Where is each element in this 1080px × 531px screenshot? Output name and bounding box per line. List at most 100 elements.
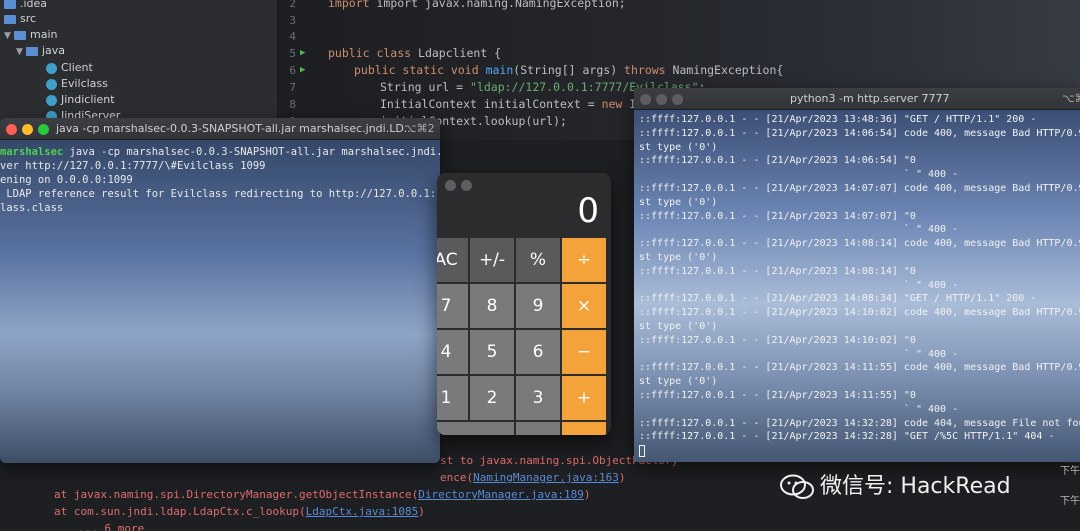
wechat-icon bbox=[780, 474, 814, 499]
tree-item-evilclass[interactable]: Evilclass bbox=[46, 76, 108, 92]
key-9[interactable]: 9 bbox=[515, 283, 561, 329]
key-8[interactable]: 8 bbox=[469, 283, 515, 329]
terminal-line: marshalsec java -cp marshalsec-0.0.3-SNA… bbox=[0, 146, 440, 158]
log-line: st type ('0') bbox=[639, 196, 718, 208]
key-equals[interactable]: = bbox=[561, 421, 607, 435]
terminal-body[interactable]: ::ffff:127.0.0.1 - - [21/Apr/2023 13:48:… bbox=[634, 110, 1080, 462]
log-line: ::ffff:127.0.0.1 - - [21/Apr/2023 14:08:… bbox=[639, 265, 916, 277]
key-0[interactable]: 0 bbox=[437, 421, 515, 435]
key-3[interactable]: 3 bbox=[515, 375, 561, 421]
chevron-down-icon[interactable]: ▼ bbox=[16, 44, 26, 60]
terminal-line: lass.class bbox=[0, 202, 64, 214]
terminal-title-bar[interactable]: java -cp marshalsec-0.0.3-SNAPSHOT-all.j… bbox=[0, 118, 440, 140]
log-line: ::ffff:127.0.0.1 - - [21/Apr/2023 14:32:… bbox=[639, 417, 1080, 429]
key-plus[interactable]: + bbox=[561, 375, 607, 421]
log-line: ::ffff:127.0.0.1 - - [21/Apr/2023 14:07:… bbox=[639, 210, 916, 222]
line-number: 8 bbox=[289, 98, 296, 111]
key-2[interactable]: 2 bbox=[469, 375, 515, 421]
code-line: public static void main(String[] args) t… bbox=[354, 63, 784, 77]
line-number: 7 bbox=[289, 81, 296, 94]
log-line: st type ('0') bbox=[639, 252, 718, 263]
line-number: 2 bbox=[289, 0, 296, 10]
code-line: import import javax.naming.NamingExcepti… bbox=[328, 0, 626, 10]
line-number: 5 bbox=[289, 47, 296, 60]
line-number: 6 bbox=[289, 64, 296, 77]
log-line: st type ('0') bbox=[639, 376, 718, 388]
line-number: 3 bbox=[289, 14, 296, 27]
minimize-icon[interactable] bbox=[22, 124, 33, 135]
watermark: 微信号: HackRead bbox=[780, 468, 1011, 500]
terminal-line: ening on 0.0.0.0:1099 bbox=[0, 174, 133, 186]
code-line: public class Ldapclient { bbox=[328, 46, 502, 60]
shortcut-label: ⌥⌘2 bbox=[404, 122, 435, 135]
tree-item-src[interactable]: src bbox=[4, 11, 36, 27]
chevron-down-icon[interactable]: ▼ bbox=[4, 28, 14, 44]
close-icon[interactable] bbox=[640, 94, 651, 105]
key-1[interactable]: 1 bbox=[437, 375, 469, 421]
log-line: ` " 400 - bbox=[639, 169, 959, 181]
side-text: 下午 bbox=[1060, 496, 1080, 507]
tree-item-jindiclient[interactable]: Jindiclient bbox=[46, 92, 115, 108]
run-icon[interactable]: ▶ bbox=[300, 65, 305, 75]
stack-trace-line: ence(NamingManager.java:163) bbox=[440, 471, 626, 484]
tree-item-main[interactable]: ▼ main bbox=[4, 27, 57, 43]
key-percent[interactable]: % bbox=[515, 237, 561, 283]
key-decimal[interactable]: . bbox=[515, 421, 561, 435]
key-4[interactable]: 4 bbox=[437, 329, 469, 375]
log-line: ::ffff:127.0.0.1 - - [21/Apr/2023 14:11:… bbox=[639, 390, 916, 401]
minimize-icon[interactable] bbox=[656, 94, 667, 105]
stack-trace-line: ... 6 more bbox=[78, 522, 145, 531]
shortcut-label: ⌥⌘ bbox=[1062, 92, 1080, 105]
class-icon bbox=[46, 78, 57, 90]
tree-item-client[interactable]: Client bbox=[46, 60, 93, 76]
log-line: ::ffff:127.0.0.1 - - [21/Apr/2023 14:08:… bbox=[639, 293, 1037, 305]
key-7[interactable]: 7 bbox=[437, 283, 469, 329]
key-multiply[interactable]: × bbox=[561, 283, 607, 329]
key-sign[interactable]: +/- bbox=[469, 237, 515, 283]
run-icon[interactable]: ▶ bbox=[300, 48, 305, 58]
tree-item-java[interactable]: ▼ java bbox=[16, 43, 65, 59]
close-icon[interactable] bbox=[6, 124, 17, 135]
terminal-title: java -cp marshalsec-0.0.3-SNAPSHOT-all.j… bbox=[56, 122, 415, 135]
log-line: ::ffff:127.0.0.1 - - [21/Apr/2023 14:11:… bbox=[639, 362, 1080, 374]
log-line: ::ffff:127.0.0.1 - - [21/Apr/2023 14:06:… bbox=[639, 155, 916, 167]
terminal-window-http-server[interactable]: python3 -m http.server 7777 ⌥⌘ ::ffff:12… bbox=[634, 88, 1080, 462]
key-ac[interactable]: AC bbox=[437, 237, 469, 283]
log-line: st type ('0') bbox=[639, 321, 718, 332]
log-line: ` " 400 - bbox=[639, 224, 959, 236]
key-6[interactable]: 6 bbox=[515, 329, 561, 375]
folder-icon bbox=[4, 14, 16, 24]
log-line: ::ffff:127.0.0.1 - - [21/Apr/2023 13:48:… bbox=[639, 114, 1037, 125]
terminal-window-ldap[interactable]: java -cp marshalsec-0.0.3-SNAPSHOT-all.j… bbox=[0, 118, 440, 463]
folder-icon bbox=[14, 30, 26, 40]
log-line: ::ffff:127.0.0.1 - - [21/Apr/2023 14:10:… bbox=[639, 307, 1080, 319]
key-divide[interactable]: ÷ bbox=[561, 237, 607, 283]
minimize-icon[interactable] bbox=[461, 180, 472, 191]
class-icon bbox=[46, 94, 57, 106]
code-line: InitialContext initialContext = new Ini bbox=[380, 97, 650, 111]
log-line: ::ffff:127.0.0.1 - - [21/Apr/2023 14:32:… bbox=[639, 431, 1055, 443]
stack-trace-line: at javax.naming.spi.DirectoryManager.get… bbox=[54, 488, 591, 501]
log-line: ` " 400 - bbox=[639, 279, 959, 291]
log-line: ` " 400 - bbox=[639, 348, 959, 360]
calculator-window[interactable]: 0 AC +/- % ÷ 7 8 9 × 4 5 6 − 1 2 3 + 0 .… bbox=[437, 173, 611, 435]
maximize-icon[interactable] bbox=[38, 124, 49, 135]
terminal-title-bar[interactable]: python3 -m http.server 7777 ⌥⌘ bbox=[634, 88, 1080, 110]
text-cursor bbox=[639, 445, 645, 458]
calculator-display: 0 bbox=[577, 191, 599, 231]
terminal-line: LDAP reference result for Evilclass redi… bbox=[0, 188, 440, 200]
project-tree[interactable]: .idea src ▼ main ▼ java Client Evilclass J… bbox=[0, 0, 278, 130]
terminal-body[interactable]: marshalsec java -cp marshalsec-0.0.3-SNA… bbox=[0, 140, 440, 463]
stack-trace-line: at com.sun.jndi.ldap.LdapCtx.c_lookup(Ld… bbox=[54, 505, 425, 518]
log-line: ` " 400 - bbox=[639, 403, 959, 415]
folder-icon bbox=[26, 46, 38, 56]
key-minus[interactable]: − bbox=[561, 329, 607, 375]
log-line: ::ffff:127.0.0.1 - - [21/Apr/2023 14:08:… bbox=[639, 238, 1080, 250]
line-number: 4 bbox=[289, 30, 296, 43]
maximize-icon[interactable] bbox=[672, 94, 683, 105]
key-5[interactable]: 5 bbox=[469, 329, 515, 375]
close-icon[interactable] bbox=[445, 180, 456, 191]
terminal-line: ver http://127.0.0.1:7777/\#Evilclass 10… bbox=[0, 160, 266, 172]
log-line: st type ('0') bbox=[639, 141, 718, 153]
folder-icon bbox=[4, 0, 16, 9]
